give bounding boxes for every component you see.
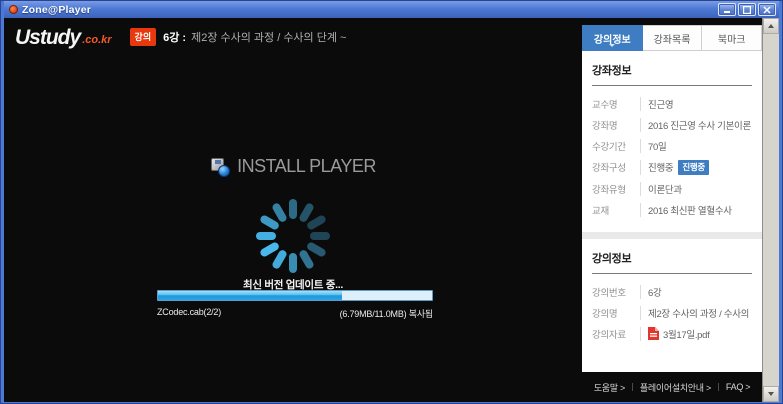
titlebar: Zone@Player xyxy=(4,1,779,18)
row-label: 강좌구성 xyxy=(592,160,640,174)
progress-fill xyxy=(158,291,342,300)
close-icon xyxy=(763,6,771,14)
sidebar-tabs: 강의정보 강좌목록 북마크 xyxy=(582,25,762,51)
row-value: 이론단과 xyxy=(640,182,682,196)
info-sidebar: 강의정보 강좌목록 북마크 강좌정보 교수명 진근영 xyxy=(582,18,762,402)
pdf-icon xyxy=(648,327,659,340)
video-player-area: Ustudy .co.kr 강의 6강 : 제2장 수사의 과정 / 수사의 단… xyxy=(4,18,582,402)
window-title: Zone@Player xyxy=(22,4,716,16)
material-file-link[interactable]: 3월17일.pdf xyxy=(663,327,709,341)
row-value: 제2장 수사의 과정 / 수사의 단계 ~ xyxy=(640,306,752,320)
loading-spinner xyxy=(253,196,333,276)
app-icon xyxy=(9,5,18,14)
row-label: 강좌명 xyxy=(592,118,640,132)
info-row-period: 수강기간 70일 xyxy=(592,135,752,156)
lecture-info-rows: 강의번호 6강 강의명 제2장 수사의 과정 / 수사의 단계 ~ 강의자료 xyxy=(592,274,752,354)
row-label: 교재 xyxy=(592,203,640,217)
ustudy-logo: Ustudy xyxy=(15,27,80,48)
minimize-button[interactable] xyxy=(718,3,736,16)
tab-label: 강좌목록 xyxy=(654,31,691,46)
installer-icon xyxy=(210,157,230,177)
lecture-type-badge: 강의 xyxy=(130,28,157,46)
row-label: 교수명 xyxy=(592,97,640,111)
row-value: 6강 xyxy=(640,285,661,299)
row-value: 진근영 xyxy=(640,97,673,111)
progress-file-label: ZCodec.cab(2/2) xyxy=(157,307,221,320)
row-label: 수강기간 xyxy=(592,139,640,153)
info-row-professor: 교수명 진근영 xyxy=(592,93,752,114)
row-label: 강좌유형 xyxy=(592,182,640,196)
row-label: 강의명 xyxy=(592,306,640,320)
lecture-info-section-title: 강의정보 xyxy=(592,239,752,274)
arrow-down-icon xyxy=(768,392,774,396)
course-info-section-title: 강좌정보 xyxy=(592,51,752,86)
window-scrollbar[interactable] xyxy=(762,18,779,402)
tab-course-list[interactable]: 강좌목록 xyxy=(643,25,703,51)
progress-bar-track xyxy=(157,290,433,301)
row-value: 70일 xyxy=(640,139,666,153)
info-row-course-name: 강좌명 2016 진근영 수사 기본이론 xyxy=(592,114,752,135)
info-row-lecture-number: 강의번호 6강 xyxy=(592,281,752,302)
row-value-text: 진행중 xyxy=(648,160,673,174)
info-row-textbook: 교재 2016 최신판 열혈수사 xyxy=(592,199,752,220)
minimize-icon xyxy=(723,6,731,13)
sidebar-footer: 도움말 > 플레이어설치안내 > FAQ > xyxy=(582,372,762,402)
download-progress: ZCodec.cab(2/2) (6.79MB/11.0MB) 복사됨 xyxy=(157,290,433,320)
app-window: Zone@Player Ustudy .co.kr 강의 6강 : 제2장 수사… xyxy=(0,0,783,404)
row-label: 강의자료 xyxy=(592,327,640,341)
install-player-label: INSTALL PLAYER xyxy=(237,156,376,177)
tab-lecture-info[interactable]: 강의정보 xyxy=(582,25,643,51)
footer-divider xyxy=(718,383,719,391)
tab-bookmark[interactable]: 북마크 xyxy=(702,25,762,51)
help-link[interactable]: 도움말 > xyxy=(594,381,625,394)
info-row-lecture-name: 강의명 제2장 수사의 과정 / 수사의 단계 ~ xyxy=(592,302,752,323)
section-divider xyxy=(582,232,762,239)
row-value: 2016 진근영 수사 기본이론 xyxy=(640,118,751,132)
row-value: 진행중 진행중 xyxy=(640,160,709,175)
row-value: 3월17일.pdf xyxy=(640,327,709,341)
footer-divider xyxy=(632,383,633,391)
faq-link[interactable]: FAQ > xyxy=(726,382,750,392)
close-button[interactable] xyxy=(758,3,776,16)
scroll-down-button[interactable] xyxy=(763,386,779,402)
info-row-lecture-material: 강의자료 3월17일.pdf xyxy=(592,323,752,344)
maximize-button[interactable] xyxy=(738,3,756,16)
window-content: Ustudy .co.kr 강의 6강 : 제2장 수사의 과정 / 수사의 단… xyxy=(4,18,779,402)
chevron-down-icon xyxy=(609,44,615,47)
course-info-rows: 교수명 진근영 강좌명 2016 진근영 수사 기본이론 수강기간 70일 강좌… xyxy=(592,86,752,230)
scroll-up-button[interactable] xyxy=(763,18,779,34)
status-badge: 진행중 xyxy=(678,160,709,175)
maximize-icon xyxy=(743,6,751,14)
player-install-guide-link[interactable]: 플레이어설치안내 > xyxy=(640,381,711,394)
row-value: 2016 최신판 열혈수사 xyxy=(640,203,732,217)
info-row-type: 강좌유형 이론단과 xyxy=(592,178,752,199)
lecture-number: 6강 : xyxy=(163,29,186,45)
row-label: 강의번호 xyxy=(592,285,640,299)
info-row-composition: 강좌구성 진행중 진행중 xyxy=(592,156,752,178)
lecture-title: 제2장 수사의 과정 / 수사의 단계 ~ xyxy=(191,29,346,45)
sidebar-top-gap xyxy=(582,18,762,25)
progress-size-label: (6.79MB/11.0MB) 복사됨 xyxy=(340,307,433,320)
player-header: Ustudy .co.kr 강의 6강 : 제2장 수사의 과정 / 수사의 단… xyxy=(15,23,346,51)
tab-label: 북마크 xyxy=(718,31,746,46)
ustudy-logo-domain: .co.kr xyxy=(82,34,111,46)
sidebar-body: 강좌정보 교수명 진근영 강좌명 2016 진근영 수사 기본이론 수강기간 7… xyxy=(582,51,762,372)
progress-labels: ZCodec.cab(2/2) (6.79MB/11.0MB) 복사됨 xyxy=(157,307,433,320)
install-player-banner: INSTALL PLAYER xyxy=(4,156,582,177)
arrow-up-icon xyxy=(768,24,774,28)
